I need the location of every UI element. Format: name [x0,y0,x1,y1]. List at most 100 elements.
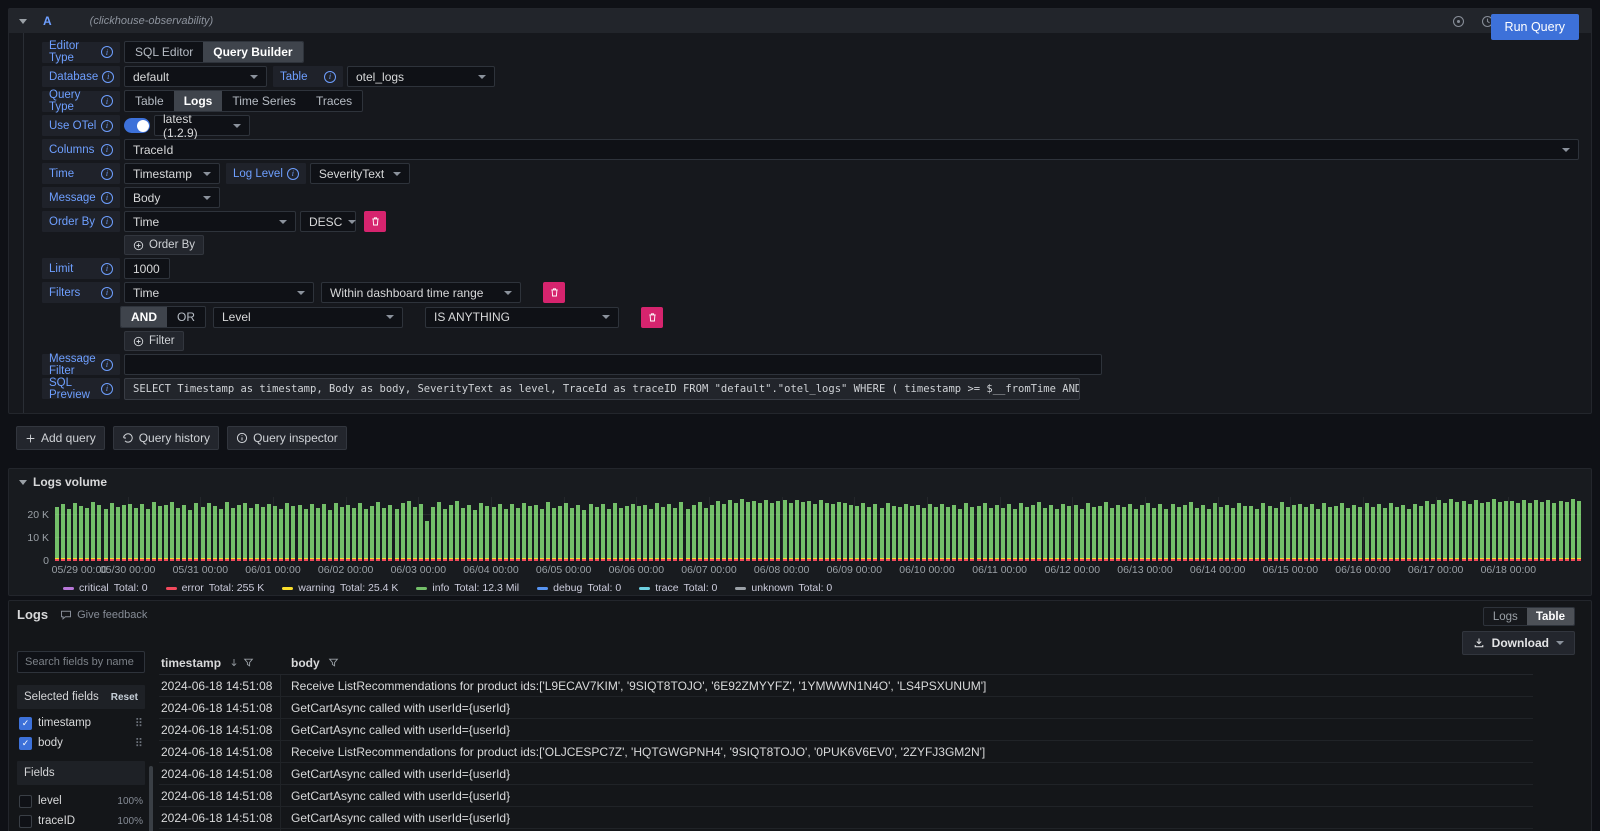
volume-bar[interactable] [437,502,441,561]
volume-bar[interactable] [1437,500,1441,561]
collapse-query-icon[interactable] [19,19,27,24]
volume-bar[interactable] [1559,501,1563,561]
volume-bar[interactable] [479,503,483,561]
volume-bar[interactable] [1019,503,1023,561]
volume-bar[interactable] [1577,501,1581,561]
volume-bar[interactable] [104,509,108,561]
volume-bar[interactable] [425,521,429,561]
volume-bar[interactable] [819,500,823,561]
conjunction-option-and[interactable]: AND [121,307,167,327]
volume-bar[interactable] [182,505,186,561]
query-type-option-traces[interactable]: Traces [306,91,362,111]
remove-filter2-button[interactable] [641,307,663,328]
volume-bar[interactable] [1152,508,1156,561]
volume-bar[interactable] [837,502,841,561]
volume-bar[interactable] [995,505,999,561]
volume-bar[interactable] [1274,508,1278,561]
table-select[interactable]: otel_logs [347,66,495,87]
volume-bar[interactable] [746,502,750,561]
info-icon[interactable] [101,192,113,204]
checkbox-timestamp[interactable]: ✓ [19,717,32,730]
volume-bar[interactable] [1377,504,1381,561]
volume-bar[interactable] [795,500,799,561]
info-icon[interactable] [101,144,113,156]
volume-bar[interactable] [1316,509,1320,561]
volume-bar[interactable] [1546,500,1550,561]
volume-bar[interactable] [419,504,423,561]
volume-bar[interactable] [231,508,235,561]
volume-bar[interactable] [928,504,932,561]
volume-bar[interactable] [455,501,459,561]
volume-bar[interactable] [1116,505,1120,561]
volume-bar[interactable] [1013,509,1017,561]
search-fields-input[interactable] [17,651,145,673]
volume-bar[interactable] [716,501,720,561]
plot-area[interactable] [55,497,1581,561]
volume-bar[interactable] [140,504,144,561]
drag-handle-icon[interactable]: ⠿ [135,716,143,730]
volume-bar[interactable] [1128,504,1132,561]
legend-item-debug[interactable]: debugTotal: 0 [537,582,621,594]
volume-bar[interactable] [322,504,326,561]
volume-bar[interactable] [388,505,392,561]
volume-bar[interactable] [843,503,847,561]
volume-bar[interactable] [334,503,338,561]
volume-bar[interactable] [704,508,708,561]
volume-bar[interactable] [364,509,368,561]
volume-bar[interactable] [1189,502,1193,561]
volume-bar[interactable] [1389,503,1393,561]
volume-bar[interactable] [352,508,356,561]
query-inspector-button[interactable]: Query inspector [227,426,347,450]
volume-bar[interactable] [1231,508,1235,561]
volume-bar[interactable] [498,504,502,561]
volume-bar[interactable] [1007,504,1011,561]
filter-field-select[interactable]: Time [124,282,314,303]
volume-bar[interactable] [237,505,241,561]
volume-bar[interactable] [1540,502,1544,561]
volume-bar[interactable] [813,504,817,561]
volume-bar[interactable] [1049,505,1053,561]
volume-bar[interactable] [225,502,229,561]
volume-bar[interactable] [516,508,520,561]
collapse-panel-icon[interactable] [19,480,27,485]
volume-bar[interactable] [504,509,508,561]
volume-bar[interactable] [886,503,890,561]
volume-bar[interactable] [1195,508,1199,561]
table-row[interactable]: 2024-06-18 14:51:08GetCartAsync called w… [159,763,1533,785]
volume-bar[interactable] [679,502,683,561]
volume-bar[interactable] [1110,508,1114,561]
volume-bar[interactable] [576,505,580,561]
volume-bar[interactable] [1504,501,1508,561]
give-feedback-link[interactable]: Give feedback [60,609,147,621]
volume-bar[interactable] [401,503,405,561]
download-button[interactable]: Download [1462,631,1575,655]
volume-bar[interactable] [443,509,447,561]
volume-bar[interactable] [279,509,283,561]
volume-bar[interactable] [431,507,435,561]
volume-bar[interactable] [1104,502,1108,561]
volume-bar[interactable] [613,503,617,562]
volume-bar[interactable] [1043,508,1047,561]
volume-bar[interactable] [328,510,332,561]
order-by-direction-select[interactable]: DESC [300,211,356,232]
volume-bar[interactable] [146,509,150,561]
volume-bar[interactable] [1225,505,1229,561]
volume-bar[interactable] [673,508,677,561]
volume-bar[interactable] [1001,508,1005,561]
volume-bar[interactable] [734,503,738,561]
volume-bar[interactable] [1486,502,1490,561]
volume-bar[interactable] [770,503,774,562]
volume-bar[interactable] [1516,503,1520,562]
volume-bar[interactable] [1298,504,1302,561]
volume-bar[interactable] [1158,504,1162,561]
legend-item-trace[interactable]: traceTotal: 0 [639,582,717,594]
volume-bar[interactable] [1425,501,1429,561]
disable-query-icon[interactable] [1452,15,1465,28]
view-toggle-option-table[interactable]: Table [1527,608,1574,625]
view-toggle-option-logs[interactable]: Logs [1484,608,1527,625]
table-row[interactable]: 2024-06-18 14:51:08Receive ListRecommend… [159,741,1533,763]
checkbox-body[interactable]: ✓ [19,737,32,750]
volume-bar[interactable] [552,508,556,561]
legend-item-error[interactable]: errorTotal: 255 K [166,582,265,594]
add-query-button[interactable]: Add query [16,426,105,450]
